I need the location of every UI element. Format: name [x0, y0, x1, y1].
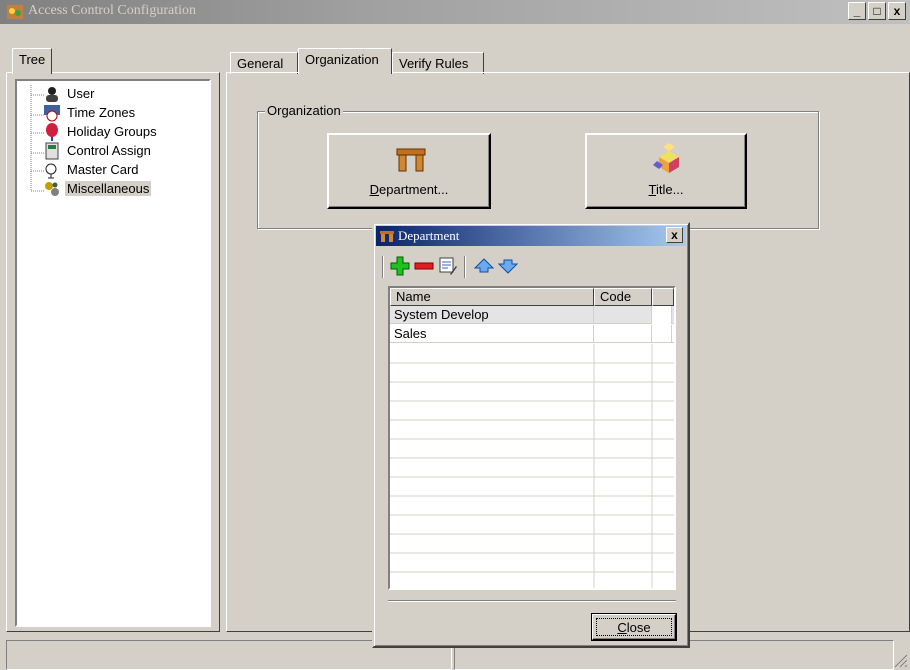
table-row[interactable]: Sales: [390, 325, 674, 343]
desk-icon: [396, 148, 426, 172]
tab-verify-rules[interactable]: Verify Rules: [392, 52, 484, 74]
toolbar-separator: [464, 256, 466, 278]
blocks-icon: [653, 143, 679, 173]
user-icon: [46, 87, 58, 102]
cell-name: Sales: [390, 325, 594, 343]
toolbar-grip: [382, 256, 384, 278]
control-assign-icon: [45, 142, 59, 160]
close-button-label: Close: [596, 618, 672, 636]
move-down-icon[interactable]: [498, 257, 518, 275]
tree-item-label: User: [67, 86, 95, 101]
department-dialog: Department x Name Code System Develop Sa…: [372, 222, 690, 648]
dialog-close-x-button[interactable]: x: [666, 227, 683, 243]
dialog-toolbar: [380, 252, 680, 280]
tab-organization[interactable]: Organization: [298, 48, 392, 74]
tree-panel: User Time Zones Holiday Groups Control A…: [6, 72, 220, 632]
title-button[interactable]: Title...: [585, 133, 747, 209]
tab-tree[interactable]: Tree: [12, 48, 52, 74]
title-button-label: Title...: [648, 182, 684, 197]
left-pane: Tree User Time Zones Holiday Groups Cont…: [6, 48, 220, 640]
resize-grip-icon[interactable]: [892, 652, 908, 668]
app-icon: [7, 5, 23, 19]
department-button-label: Department...: [369, 182, 449, 197]
department-button[interactable]: Department...: [327, 133, 491, 209]
cell-filler: [652, 325, 672, 343]
tab-general-label: General: [237, 56, 284, 71]
time-zones-icon: [44, 105, 60, 122]
tree-item-label: Miscellaneous: [65, 181, 152, 196]
tab-tree-label: Tree: [19, 52, 46, 67]
organization-group-label: Organization: [265, 103, 343, 118]
window-title-bar[interactable]: Access Control Configuration _ □ x: [0, 0, 910, 24]
close-window-button[interactable]: x: [888, 2, 906, 20]
tab-general[interactable]: General: [230, 52, 298, 74]
tree-item-label: Time Zones: [67, 105, 136, 120]
department-dialog-title: Department: [398, 228, 460, 243]
department-grid[interactable]: Name Code System Develop Sales: [388, 286, 676, 590]
dialog-divider: [388, 600, 676, 602]
holiday-groups-icon: [46, 123, 58, 141]
grid-lines: [390, 344, 674, 588]
tab-organization-label: Organization: [305, 52, 379, 67]
column-header-name[interactable]: Name: [390, 288, 594, 306]
cell-code: [594, 325, 652, 343]
grid-empty-rows: [390, 344, 674, 588]
column-header-filler: [652, 288, 674, 306]
miscellaneous-icon: [45, 182, 59, 196]
cell-filler: [652, 306, 672, 324]
tree-view[interactable]: User Time Zones Holiday Groups Control A…: [15, 79, 211, 627]
minimize-button[interactable]: _: [848, 2, 866, 20]
edit-icon[interactable]: [438, 256, 458, 276]
maximize-button[interactable]: □: [868, 2, 886, 20]
close-button[interactable]: Close: [591, 613, 677, 641]
tree-item-label: Master Card: [67, 162, 139, 177]
cell-code: [594, 306, 652, 324]
desk-icon: [380, 231, 394, 242]
window-title: Access Control Configuration: [28, 3, 196, 18]
tree-item-label: Control Assign: [67, 143, 151, 158]
master-card-icon: [45, 163, 57, 179]
department-dialog-title-bar[interactable]: Department x: [376, 226, 686, 246]
tab-verify-rules-label: Verify Rules: [399, 56, 469, 71]
cell-name: System Develop: [390, 306, 594, 324]
add-icon[interactable]: [390, 256, 410, 276]
remove-icon[interactable]: [414, 256, 434, 276]
move-up-icon[interactable]: [474, 257, 494, 275]
column-header-code[interactable]: Code: [594, 288, 652, 306]
table-row[interactable]: System Develop: [390, 306, 674, 324]
tree-item-label: Holiday Groups: [67, 124, 157, 139]
